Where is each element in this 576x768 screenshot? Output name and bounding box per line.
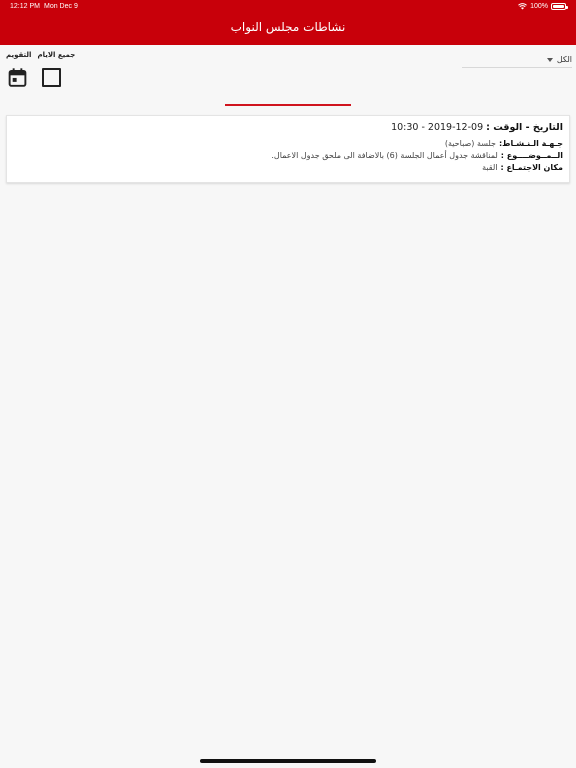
- view-toggle-labels: التقويم جميع الايام: [6, 51, 75, 59]
- event-date-label: التاريخ - الوقت :: [486, 122, 563, 133]
- event-subject-row: الــمــوضــــوع : لمناقشة جدول أعمال الج…: [13, 150, 563, 162]
- event-venue-label: مكان الاجتمـاع :: [500, 163, 563, 172]
- wifi-icon: [518, 3, 527, 10]
- event-venue-row: مكان الاجتمـاع : القبة: [13, 162, 563, 174]
- calendar-view-label: التقويم: [6, 51, 32, 59]
- battery-icon: [551, 3, 568, 10]
- battery-percent: 100%: [530, 3, 548, 10]
- event-activity-row: جـهـة الـنـشـاط: جلسة (صباحية): [13, 138, 563, 150]
- event-activity-label: جـهـة الـنـشـاط:: [498, 139, 563, 148]
- event-subject-value: لمناقشة جدول أعمال الجلسة (6) بالاضافة ا…: [271, 151, 498, 160]
- event-subject-label: الــمــوضــــوع :: [500, 151, 563, 160]
- home-indicator: [200, 759, 376, 763]
- status-date: Mon Dec 9: [44, 3, 78, 10]
- page-title: نشاطات مجلس النواب: [230, 20, 346, 34]
- filter-dropdown[interactable]: الكل: [462, 52, 572, 68]
- filter-selected-value: الكل: [556, 55, 572, 64]
- status-indicators: 100%: [518, 3, 568, 10]
- status-bar: 12:12 PM Mon Dec 9 100%: [0, 0, 576, 14]
- event-card[interactable]: التاريخ - الوقت : 10:30 - 2019-12-09 جـه…: [6, 115, 570, 183]
- event-activity-value: جلسة (صباحية): [444, 139, 496, 148]
- calendar-icon[interactable]: [7, 67, 28, 88]
- event-venue-value: القبة: [482, 163, 498, 172]
- all-days-checkbox[interactable]: [42, 68, 61, 87]
- chevron-down-icon: [546, 57, 553, 62]
- status-time: 12:12 PM: [10, 3, 40, 10]
- all-days-label: جميع الايام: [37, 51, 76, 59]
- tab-underline: [225, 104, 351, 106]
- event-date-value: 10:30 - 2019-12-09: [391, 122, 484, 133]
- event-date-row: التاريخ - الوقت : 10:30 - 2019-12-09: [13, 122, 563, 133]
